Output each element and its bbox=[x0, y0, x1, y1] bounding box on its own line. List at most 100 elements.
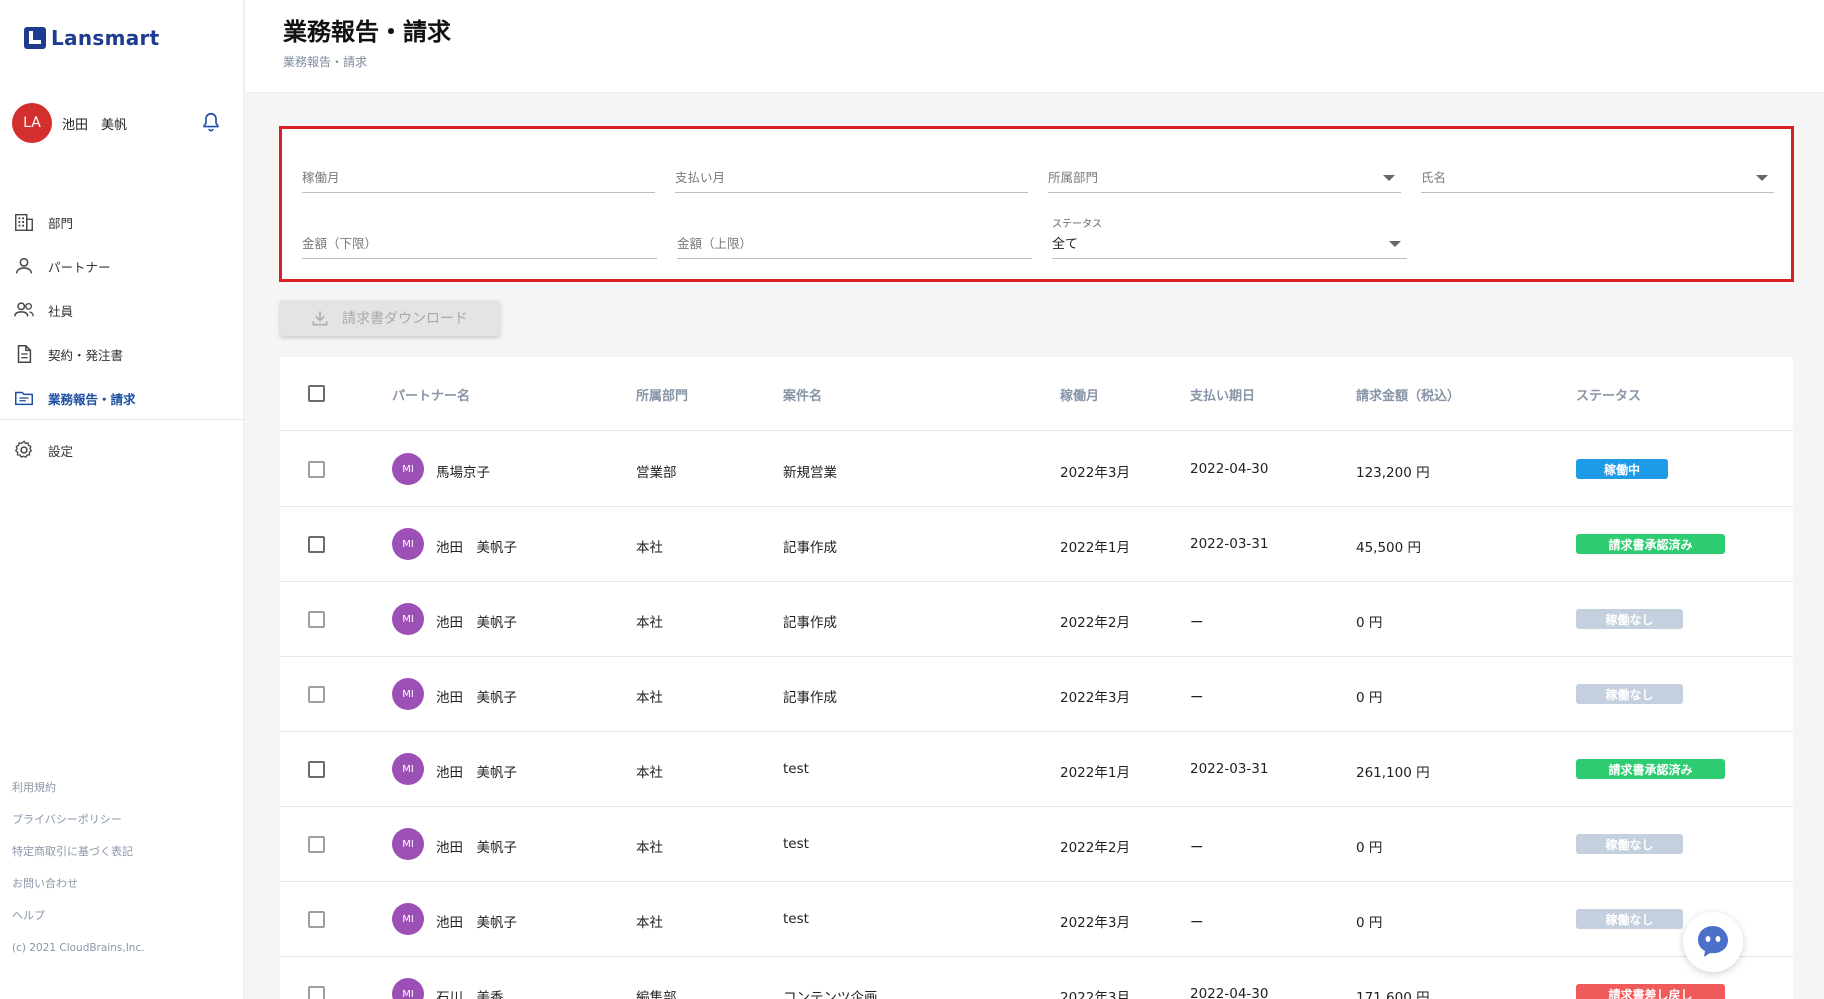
footer-link-privacy[interactable]: プライバシーポリシー bbox=[12, 812, 145, 844]
select-all-checkbox[interactable] bbox=[308, 385, 325, 402]
pay-month-field[interactable]: 支払い月 bbox=[675, 163, 1028, 193]
work-month-field[interactable]: 稼働月 bbox=[302, 163, 655, 193]
table-row[interactable]: MI 池田 美帆子 本社 test 2022年3月 ー 0 円 稼働なし bbox=[280, 882, 1793, 957]
status-badge: 稼働中 bbox=[1576, 459, 1668, 479]
table-row[interactable]: MI 池田 美帆子 本社 記事作成 2022年1月 2022-03-31 45,500 円 請… bbox=[280, 507, 1793, 582]
amount-min-placeholder: 金額（下限） bbox=[302, 236, 378, 251]
table-row[interactable]: MI 池田 美帆子 本社 記事作成 2022年2月 ー 0 円 稼働なし bbox=[280, 582, 1793, 657]
partner-name[interactable]: 池田 美帆子 bbox=[436, 611, 517, 631]
sidebar-item-label: パートナー bbox=[48, 259, 111, 275]
reports-table: パートナー名 所属部門 案件名 稼働月 支払い期日 請求金額（税込） ステータス… bbox=[280, 357, 1793, 999]
sidebar-item-label: 部門 bbox=[48, 215, 74, 231]
table-row[interactable]: MI 池田 美帆子 本社 test 2022年2月 ー 0 円 稼働なし bbox=[280, 807, 1793, 882]
table-row[interactable]: MI 石川 美香 編集部 コンテンツ企画 2022年3月 2022-04-30 171,60… bbox=[280, 957, 1793, 999]
footer-link-terms[interactable]: 利用規約 bbox=[12, 780, 145, 812]
row-checkbox[interactable] bbox=[308, 611, 325, 628]
table-row[interactable]: MI 池田 美帆子 本社 記事作成 2022年3月 ー 0 円 稼働なし bbox=[280, 657, 1793, 732]
partner-name[interactable]: 池田 美帆子 bbox=[436, 761, 517, 781]
footer-links: 利用規約 プライバシーポリシー 特定商取引に基づく表記 お問い合わせ ヘルプ (… bbox=[12, 780, 145, 972]
column-header-status[interactable]: ステータス bbox=[1576, 385, 1641, 404]
sidebar-item-label: 設定 bbox=[48, 443, 74, 459]
user-name: 池田 美帆 bbox=[62, 117, 128, 133]
bell-icon[interactable] bbox=[200, 111, 222, 133]
status-select[interactable]: ステータス 全て bbox=[1052, 219, 1407, 259]
chevron-down-icon bbox=[1389, 241, 1401, 247]
work-month-cell: 2022年3月 bbox=[1060, 465, 1130, 481]
sidebar-item-label: 業務報告・請求 bbox=[48, 391, 136, 407]
row-checkbox[interactable] bbox=[308, 911, 325, 928]
partner-name[interactable]: 池田 美帆子 bbox=[436, 536, 517, 556]
partner-name[interactable]: 池田 美帆子 bbox=[436, 836, 517, 856]
sidebar-divider bbox=[0, 419, 244, 420]
work-month-cell: 2022年3月 bbox=[1060, 690, 1130, 706]
sidebar-item-reports[interactable]: 業務報告・請求 bbox=[0, 376, 244, 420]
column-header-amount[interactable]: 請求金額（税込） bbox=[1356, 385, 1460, 404]
department-placeholder: 所属部門 bbox=[1048, 170, 1099, 185]
amount-cell: 0 円 bbox=[1356, 615, 1383, 631]
due-date-cell: ー bbox=[1190, 615, 1204, 631]
sidebar-item-contracts[interactable]: 契約・発注書 bbox=[0, 332, 244, 376]
amount-cell: 171,600 円 bbox=[1356, 990, 1430, 999]
partner-avatar: MI bbox=[392, 828, 424, 860]
chat-support-button[interactable] bbox=[1683, 912, 1743, 972]
user-profile[interactable]: LA 池田 美帆 bbox=[12, 103, 226, 143]
work-month-cell: 2022年3月 bbox=[1060, 990, 1130, 999]
amount-cell: 0 円 bbox=[1356, 690, 1383, 706]
page-title: 業務報告・請求 bbox=[283, 18, 451, 46]
status-badge: 稼働なし bbox=[1576, 609, 1683, 629]
app-logo[interactable]: Lansmart bbox=[24, 26, 160, 50]
name-placeholder: 氏名 bbox=[1421, 170, 1447, 185]
page-header: 業務報告・請求 業務報告・請求 bbox=[245, 0, 1824, 92]
partner-name[interactable]: 石川 美香 bbox=[436, 986, 504, 999]
column-header-partner[interactable]: パートナー名 bbox=[392, 385, 470, 404]
department-cell: 営業部 bbox=[636, 465, 677, 481]
sidebar-item-departments[interactable]: 部門 bbox=[0, 200, 244, 244]
row-checkbox[interactable] bbox=[308, 536, 325, 553]
filter-panel: 稼働月 支払い月 所属部門 氏名 金額（下限） 金額（上限） ステータス 全て bbox=[279, 126, 1794, 282]
column-header-due-date[interactable]: 支払い期日 bbox=[1190, 385, 1255, 404]
amount-cell: 0 円 bbox=[1356, 840, 1383, 856]
partner-name[interactable]: 池田 美帆子 bbox=[436, 686, 517, 706]
amount-cell: 45,500 円 bbox=[1356, 540, 1422, 556]
breadcrumb[interactable]: 業務報告・請求 bbox=[283, 53, 367, 70]
row-checkbox[interactable] bbox=[308, 986, 325, 999]
partner-avatar: MI bbox=[392, 603, 424, 635]
footer-link-contact[interactable]: お問い合わせ bbox=[12, 876, 145, 908]
table-row[interactable]: MI 池田 美帆子 本社 test 2022年1月 2022-03-31 261,100 円… bbox=[280, 732, 1793, 807]
table-row[interactable]: MI 馬場京子 営業部 新規営業 2022年3月 2022-04-30 123,200 円 稼… bbox=[280, 432, 1793, 507]
department-select[interactable]: 所属部門 bbox=[1048, 163, 1401, 193]
sidebar-item-employees[interactable]: 社員 bbox=[0, 288, 244, 332]
partner-name[interactable]: 馬場京子 bbox=[436, 461, 490, 481]
row-checkbox[interactable] bbox=[308, 836, 325, 853]
row-checkbox[interactable] bbox=[308, 461, 325, 478]
footer-link-commerce-law[interactable]: 特定商取引に基づく表記 bbox=[12, 844, 145, 876]
partner-name[interactable]: 池田 美帆子 bbox=[436, 911, 517, 931]
amount-min-field[interactable]: 金額（下限） bbox=[302, 229, 657, 259]
column-header-work-month[interactable]: 稼働月 bbox=[1060, 385, 1099, 404]
department-cell: 本社 bbox=[636, 690, 663, 706]
work-month-placeholder: 稼働月 bbox=[302, 170, 340, 185]
row-checkbox[interactable] bbox=[308, 761, 325, 778]
invoice-download-button[interactable]: 請求書ダウンロード bbox=[280, 300, 500, 336]
sidebar-item-settings[interactable]: 設定 bbox=[0, 428, 244, 472]
project-cell: 記事作成 bbox=[783, 540, 837, 556]
status-badge: 稼働なし bbox=[1576, 834, 1683, 854]
column-header-department[interactable]: 所属部門 bbox=[636, 385, 688, 404]
amount-cell: 0 円 bbox=[1356, 915, 1383, 931]
footer-link-help[interactable]: ヘルプ bbox=[12, 908, 145, 940]
project-cell: test bbox=[783, 836, 809, 852]
amount-max-field[interactable]: 金額（上限） bbox=[677, 229, 1032, 259]
work-month-cell: 2022年2月 bbox=[1060, 615, 1130, 631]
chatbot-icon bbox=[1698, 926, 1728, 957]
column-header-project[interactable]: 案件名 bbox=[783, 385, 822, 404]
due-date-cell: ー bbox=[1190, 690, 1204, 706]
logo-mark-icon bbox=[24, 27, 46, 49]
row-checkbox[interactable] bbox=[308, 686, 325, 703]
name-select[interactable]: 氏名 bbox=[1421, 163, 1774, 193]
user-avatar[interactable]: LA bbox=[12, 103, 52, 143]
due-date-cell: 2022-03-31 bbox=[1190, 761, 1269, 777]
partner-avatar: MI bbox=[392, 528, 424, 560]
sidebar-item-partners[interactable]: パートナー bbox=[0, 244, 244, 288]
due-date-cell: 2022-04-30 bbox=[1190, 461, 1269, 477]
status-badge: 稼働なし bbox=[1576, 684, 1683, 704]
